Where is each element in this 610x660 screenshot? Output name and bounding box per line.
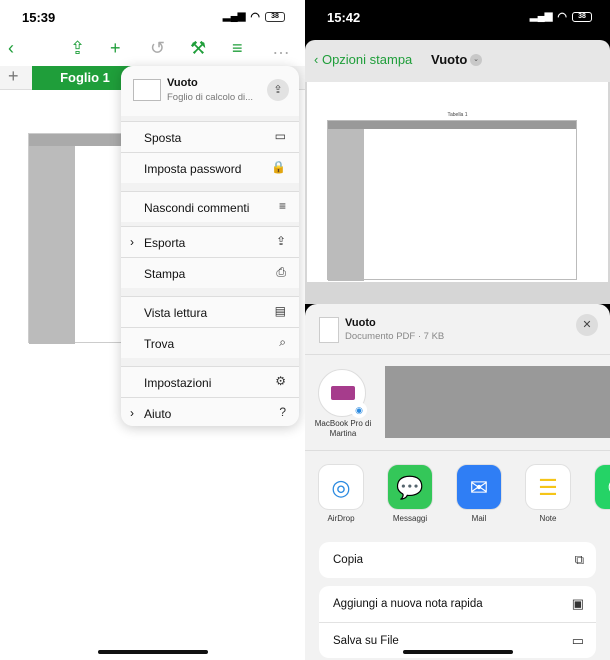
print-preview: Tabella 1 [305, 82, 610, 304]
add-icon[interactable]: + [110, 38, 121, 60]
more-menu: Vuoto Foglio di calcolo di... ⇪ Sposta ▭ I… [121, 66, 299, 426]
back-icon[interactable]: ‹ [8, 38, 14, 60]
app-note-icon[interactable]: ☰ [525, 464, 571, 510]
signal-icon: ▂▄▆ [222, 11, 246, 22]
add-sheet-icon[interactable]: + [8, 66, 19, 87]
wifi-icon: ◠ [250, 11, 260, 23]
battery-icon: 38 [572, 11, 592, 22]
status-time: 15:42 [327, 10, 361, 25]
action-label: Salva su File [333, 635, 399, 647]
menu-doc-subtitle: Foglio di calcolo di... [167, 92, 254, 103]
printer-icon: ⎙ [276, 265, 286, 279]
quick-note-icon: ▣ [571, 596, 584, 611]
format-icon[interactable]: ≡ [232, 38, 243, 60]
action-label: Copia [333, 554, 364, 566]
back-button[interactable]: ‹ Opzioni stampa [314, 52, 412, 67]
more-icon[interactable]: … [272, 38, 290, 60]
folder-icon: ▭ [274, 129, 286, 143]
app-name: Messaggi [392, 514, 428, 523]
brush-icon[interactable]: ⚒ [190, 38, 206, 60]
numbers-screen: 15:39 ▂▄▆ ◠ 38 ‹ ⇪ + ↺ ⚒ ≡ … + Foglio 1 … [0, 0, 305, 660]
menu-item-imposta-password[interactable]: Imposta password 🔒 [121, 152, 299, 183]
signal-icon: ▂▄▆ [529, 11, 553, 22]
print-options-header: ‹ Opzioni stampa Vuoto ⌄ [305, 40, 610, 82]
status-time: 15:39 [22, 10, 56, 25]
menu-item-sposta[interactable]: Sposta ▭ [121, 121, 299, 152]
menu-item-label: Nascondi commenti [144, 201, 250, 215]
export-icon: ⇪ [275, 234, 286, 248]
action-label: Aggiungi a nuova nota rapida [333, 598, 483, 610]
menu-item-aiuto[interactable]: › Aiuto? [121, 397, 299, 426]
share-icon[interactable]: ⇪ [70, 38, 85, 60]
share-sheet-header: Vuoto Documento PDF · 7 KB ✕ [305, 304, 610, 354]
chevron-right-icon: › [130, 235, 134, 249]
app-name: AirDrop [327, 514, 355, 523]
menu-item-label: Imposta password [144, 162, 242, 176]
share-doc-title: Vuoto [345, 317, 376, 329]
chevron-down-icon[interactable]: ⌄ [470, 54, 482, 66]
print-share-screen: 15:42 ▂▄▆ ◠ 38 ‹ Opzioni stampa Vuoto ⌄ … [305, 0, 610, 660]
app-name: Note [539, 514, 557, 523]
help-icon: ? [279, 405, 286, 419]
home-indicator [98, 650, 208, 654]
preview-page: Tabella 1 [307, 82, 608, 282]
menu-item-label: Aiuto [144, 407, 172, 421]
menu-item-label: Stampa [144, 267, 186, 281]
app-wh-icon[interactable]: ✆ [594, 464, 610, 510]
lines-icon: ≡ [278, 199, 286, 213]
share-sheet: Vuoto Documento PDF · 7 KB ✕ ◉ MacBook P… [305, 304, 610, 660]
menu-item-label: Sposta [144, 131, 182, 145]
menu-item-vista-lettura[interactable]: Vista lettura ▤ [121, 296, 299, 327]
menu-item-nascondi-commenti[interactable]: Nascondi commenti ≡ [121, 191, 299, 222]
action-copia[interactable]: Copia ⧉ [319, 542, 596, 578]
close-icon[interactable]: ✕ [576, 314, 598, 336]
back-label: Opzioni stampa [321, 52, 413, 67]
status-bar: 15:42 ▂▄▆ ◠ 38 [305, 0, 610, 34]
undo-icon[interactable]: ↺ [150, 38, 165, 60]
wifi-icon: ◠ [557, 11, 567, 23]
macbook-icon [331, 386, 355, 400]
pdf-thumbnail [319, 317, 339, 343]
chevron-right-icon: › [130, 406, 134, 420]
share-icon[interactable]: ⇪ [267, 79, 289, 101]
share-suggestion-area [385, 366, 610, 438]
preview-table-title: Tabella 1 [447, 112, 468, 118]
menu-item-label: Impostazioni [144, 376, 212, 390]
action-aggiungi-a-nuova-nota-rapida[interactable]: Aggiungi a nuova nota rapida ▣ [319, 586, 596, 622]
search-icon: ⌕ [279, 335, 286, 349]
preview-table [327, 120, 577, 281]
menu-item-label: Trova [144, 337, 175, 351]
menu-doc-title: Vuoto [167, 77, 198, 89]
document-thumbnail [133, 79, 161, 101]
menu-document-header: Vuoto Foglio di calcolo di... ⇪ [121, 66, 299, 116]
menu-item-stampa[interactable]: Stampa ⎙ [121, 257, 299, 288]
folder-icon: ▭ [571, 633, 584, 648]
app-name: Wh [587, 514, 610, 523]
airdrop-badge-icon: ◉ [351, 402, 367, 418]
app-messaggi-icon[interactable]: 💬 [387, 464, 433, 510]
status-bar: 15:39 ▂▄▆ ◠ 38 [0, 0, 305, 34]
menu-item-label: Esporta [144, 236, 186, 250]
reading-icon: ▤ [274, 304, 286, 318]
menu-item-trova[interactable]: Trova ⌕ [121, 327, 299, 358]
document-title: Vuoto [431, 52, 468, 67]
menu-item-label: Vista lettura [144, 306, 208, 320]
share-doc-subtitle: Documento PDF · 7 KB [345, 331, 445, 342]
app-mail-icon[interactable]: ✉ [456, 464, 502, 510]
app-airdrop-icon[interactable]: ◎ [318, 464, 364, 510]
menu-item-impostazioni[interactable]: Impostazioni ⚙ [121, 366, 299, 397]
lock-icon: 🔒 [271, 160, 286, 174]
airdrop-device-button[interactable]: ◉ [318, 369, 367, 418]
copy-icon: ⧉ [574, 552, 584, 567]
battery-icon: 38 [265, 11, 285, 22]
settings-icon: ⚙ [275, 374, 286, 388]
airdrop-device-name: MacBook Pro di Martina [314, 419, 372, 438]
menu-item-esporta[interactable]: › Esporta ⇪ [121, 226, 299, 257]
app-name: Mail [471, 514, 487, 523]
home-indicator [403, 650, 513, 654]
